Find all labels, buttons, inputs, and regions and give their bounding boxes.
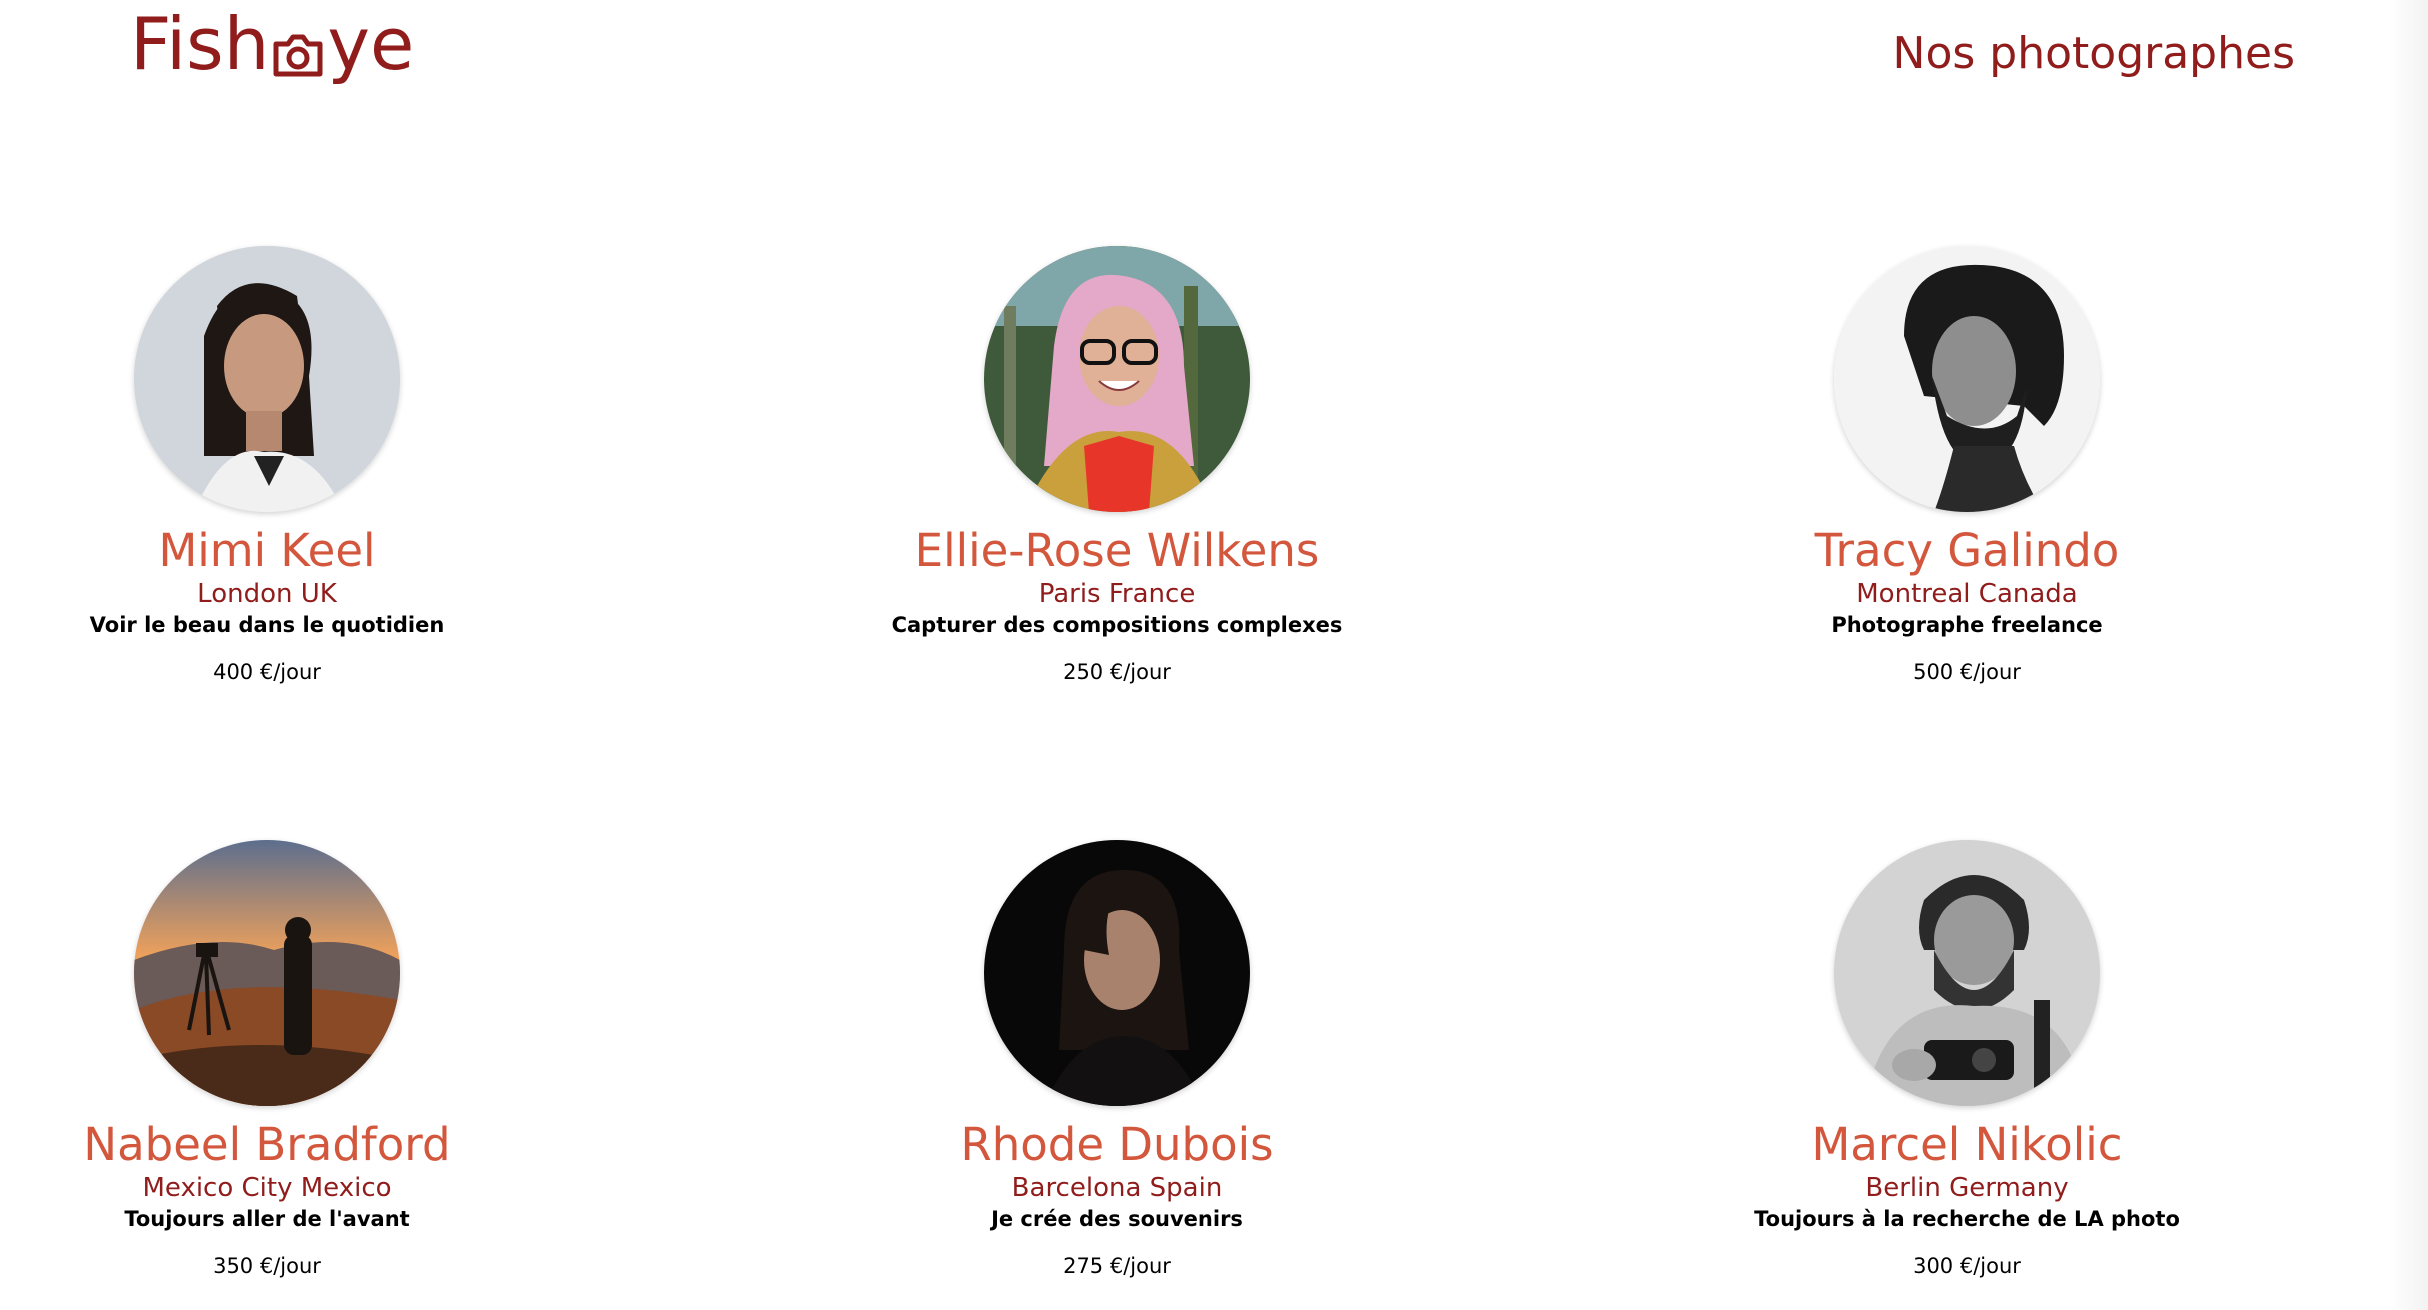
photographer-card-rhode-dubois[interactable]: Rhode Dubois Barcelona Spain Je crée des…	[837, 840, 1397, 1278]
photographer-tagline: Photographe freelance	[1831, 613, 2103, 637]
camera-icon	[271, 21, 325, 77]
photographer-location: Berlin Germany	[1865, 1173, 2069, 1203]
photographer-name: Marcel Nikolic	[1811, 1118, 2123, 1171]
photographer-price: 275 €/jour	[1063, 1254, 1171, 1278]
photographer-name: Tracy Galindo	[1814, 524, 2120, 577]
photographer-card-tracy-galindo[interactable]: Tracy Galindo Montreal Canada Photograph…	[1687, 246, 2247, 684]
photographer-location: London UK	[197, 579, 337, 609]
photographer-price: 400 €/jour	[213, 660, 321, 684]
photographer-location: Mexico City Mexico	[142, 1173, 392, 1203]
photographer-tagline: Capturer des compositions complexes	[891, 613, 1343, 637]
photographer-location: Paris France	[1038, 579, 1196, 609]
photographer-card-marcel-nikolic[interactable]: Marcel Nikolic Berlin Germany Toujours à…	[1687, 840, 2247, 1278]
photographer-name: Mimi Keel	[158, 524, 376, 577]
photographer-price: 250 €/jour	[1063, 660, 1171, 684]
photographer-portrait[interactable]	[1834, 840, 2100, 1106]
photographer-tagline: Toujours à la recherche de LA photo	[1754, 1207, 2180, 1231]
photographer-card-mimi-keel[interactable]: Mimi Keel London UK Voir le beau dans le…	[0, 246, 547, 684]
photographer-portrait[interactable]	[134, 246, 400, 512]
photographer-card-nabeel-bradford[interactable]: Nabeel Bradford Mexico City Mexico Toujo…	[0, 840, 547, 1278]
photographer-location: Montreal Canada	[1856, 579, 2078, 609]
photographer-price: 500 €/jour	[1913, 660, 2021, 684]
scroll-shadow	[2388, 0, 2428, 1310]
photographer-tagline: Je crée des souvenirs	[991, 1207, 1243, 1231]
page: Fish ye Nos photographes Mimi Keel Londo…	[0, 0, 2428, 1310]
photographer-name: Nabeel Bradford	[83, 1118, 451, 1171]
page-title: Nos photographes	[1892, 28, 2295, 79]
photographer-portrait[interactable]	[1834, 246, 2100, 512]
photographer-portrait[interactable]	[984, 840, 1250, 1106]
fisheye-logo[interactable]: Fish ye	[130, 8, 414, 80]
photographer-card-ellie-rose-wilkens[interactable]: Ellie-Rose Wilkens Paris France Capturer…	[837, 246, 1397, 684]
photographer-tagline: Toujours aller de l'avant	[124, 1207, 410, 1231]
photographer-name: Ellie-Rose Wilkens	[914, 524, 1320, 577]
photographer-location: Barcelona Spain	[1011, 1173, 1223, 1203]
photographer-portrait[interactable]	[984, 246, 1250, 512]
photographer-price: 350 €/jour	[213, 1254, 321, 1278]
photographer-tagline: Voir le beau dans le quotidien	[89, 613, 445, 637]
photographer-price: 300 €/jour	[1913, 1254, 2021, 1278]
photographer-name: Rhode Dubois	[960, 1118, 1274, 1171]
logo-text-right: ye	[327, 2, 415, 86]
photographer-portrait[interactable]	[134, 840, 400, 1106]
logo-text-left: Fish	[130, 2, 270, 86]
